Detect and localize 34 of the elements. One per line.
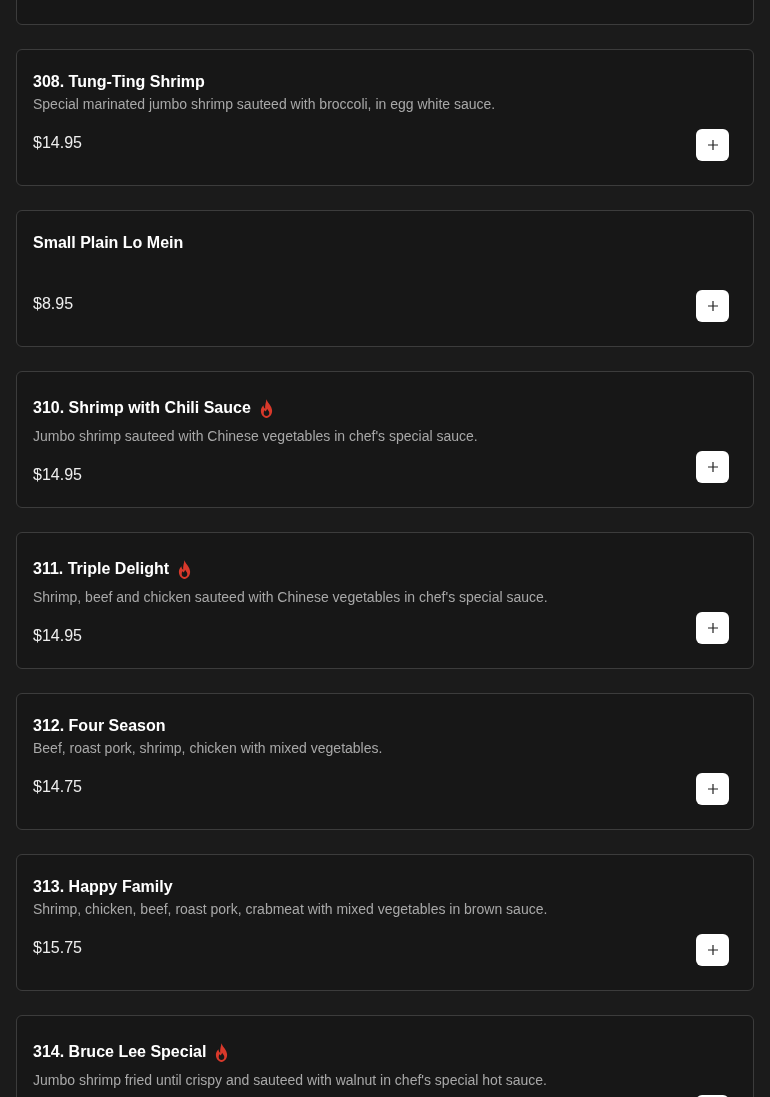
item-description: Shrimp, beef and chicken sauteed with Chinese vegetables in chef's special sauce. — [33, 589, 549, 605]
item-description: Jumbo shrimp fried until crispy and sauteed with walnut in chef's special hot sauce. — [33, 1072, 548, 1088]
flame-icon — [214, 1042, 230, 1062]
item-price: $14.95 — [33, 466, 83, 484]
item-price: $14.95 — [33, 627, 83, 645]
item-description: Shrimp, chicken, beef, roast pork, crabmeat with mixed vegetables in brown sauce. — [33, 901, 549, 917]
item-price: $14.95 — [33, 134, 83, 152]
plus-icon — [707, 623, 718, 633]
add-button[interactable] — [696, 290, 729, 322]
item-price: $15.75 — [33, 939, 83, 957]
plus-icon — [707, 462, 718, 472]
item-name: 308. Tung-Ting Shrimp — [33, 73, 205, 91]
add-button[interactable] — [696, 451, 729, 483]
add-button[interactable] — [696, 773, 729, 805]
item-name: 312. Four Season — [33, 717, 166, 735]
item-price: $8.95 — [33, 295, 75, 313]
item-name: Small Plain Lo Mein — [33, 234, 184, 252]
item-name: 311. Triple Delight — [33, 560, 170, 578]
add-button[interactable] — [696, 129, 729, 161]
flame-icon — [258, 398, 274, 418]
item-name: 310. Shrimp with Chili Sauce — [33, 399, 251, 417]
plus-icon — [707, 945, 718, 955]
plus-icon — [707, 140, 718, 150]
plus-icon — [707, 784, 718, 794]
item-description: Jumbo shrimp sauteed with Chinese vegetables in chef's special sauce. — [33, 428, 479, 444]
item-description: Special marinated jumbo shrimp sauteed with broccoli, in egg white sauce. — [33, 96, 497, 112]
item-price: $14.75 — [33, 778, 83, 796]
flame-icon — [177, 559, 193, 579]
item-name: 314. Bruce Lee Special — [33, 1043, 207, 1061]
add-button[interactable] — [696, 934, 729, 966]
item-name: 313. Happy Family — [33, 878, 173, 896]
plus-icon — [707, 301, 718, 311]
item-description: Beef, roast pork, shrimp, chicken with mixed vegetables. — [33, 740, 384, 756]
add-button[interactable] — [696, 612, 729, 644]
